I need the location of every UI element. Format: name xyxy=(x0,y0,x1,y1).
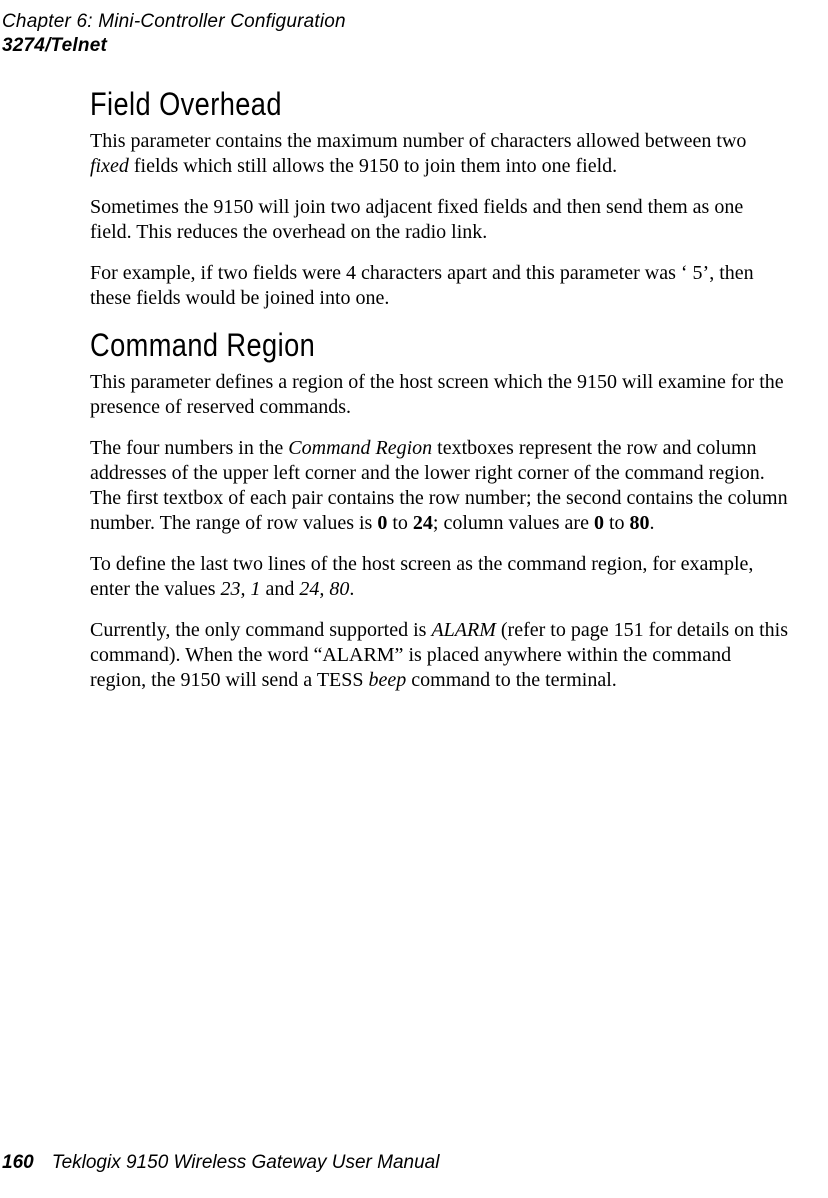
text-bold: 0 xyxy=(594,512,604,534)
page: Chapter 6: Mini-Controller Configuration… xyxy=(0,0,828,1198)
paragraph: The four numbers in the Command Region t… xyxy=(90,436,788,536)
manual-title: Teklogix 9150 Wireless Gateway User Manu… xyxy=(52,1152,440,1173)
text-bold: 24 xyxy=(413,512,433,534)
text-italic: Command Region xyxy=(288,437,432,459)
text: . xyxy=(650,512,655,534)
content-area: Field Overhead This parameter contains t… xyxy=(0,58,798,693)
text-italic: beep xyxy=(369,669,407,691)
text-italic: ALARM xyxy=(431,619,495,641)
text-bold: 80 xyxy=(630,512,650,534)
text: . xyxy=(349,578,354,600)
text-italic: 23, 1 xyxy=(221,578,261,600)
text: The four numbers in the xyxy=(90,437,288,459)
paragraph: This parameter defines a region of the h… xyxy=(90,370,788,420)
text: fields which still allows the 9150 to jo… xyxy=(129,155,617,177)
text: and xyxy=(261,578,300,600)
text: Currently, the only command supported is xyxy=(90,619,431,641)
paragraph: To define the last two lines of the host… xyxy=(90,552,788,602)
paragraph: Sometimes the 9150 will join two adjacen… xyxy=(90,195,788,245)
page-number: 160 xyxy=(2,1152,34,1173)
header-chapter: Chapter 6: Mini-Controller Configuration xyxy=(2,10,798,34)
text: ; column values are xyxy=(433,512,594,534)
page-footer: 160 Teklogix 9150 Wireless Gateway User M… xyxy=(2,1152,439,1174)
paragraph: This parameter contains the maximum numb… xyxy=(90,129,788,179)
heading-command-region: Command Region xyxy=(90,327,683,364)
heading-field-overhead: Field Overhead xyxy=(90,86,683,123)
text: This parameter contains the maximum numb… xyxy=(90,130,746,152)
paragraph: For example, if two fields were 4 charac… xyxy=(90,261,788,311)
header-section: 3274/Telnet xyxy=(2,34,798,58)
text: to xyxy=(604,512,630,534)
text-bold: 0 xyxy=(377,512,387,534)
page-header: Chapter 6: Mini-Controller Configuration… xyxy=(0,10,798,58)
text: to xyxy=(387,512,413,534)
text-italic: 24, 80 xyxy=(299,578,349,600)
text: command to the terminal. xyxy=(406,669,617,691)
paragraph: Currently, the only command supported is… xyxy=(90,618,788,693)
text-italic: fixed xyxy=(90,155,129,177)
text: To define the last two lines of the host… xyxy=(90,553,753,600)
